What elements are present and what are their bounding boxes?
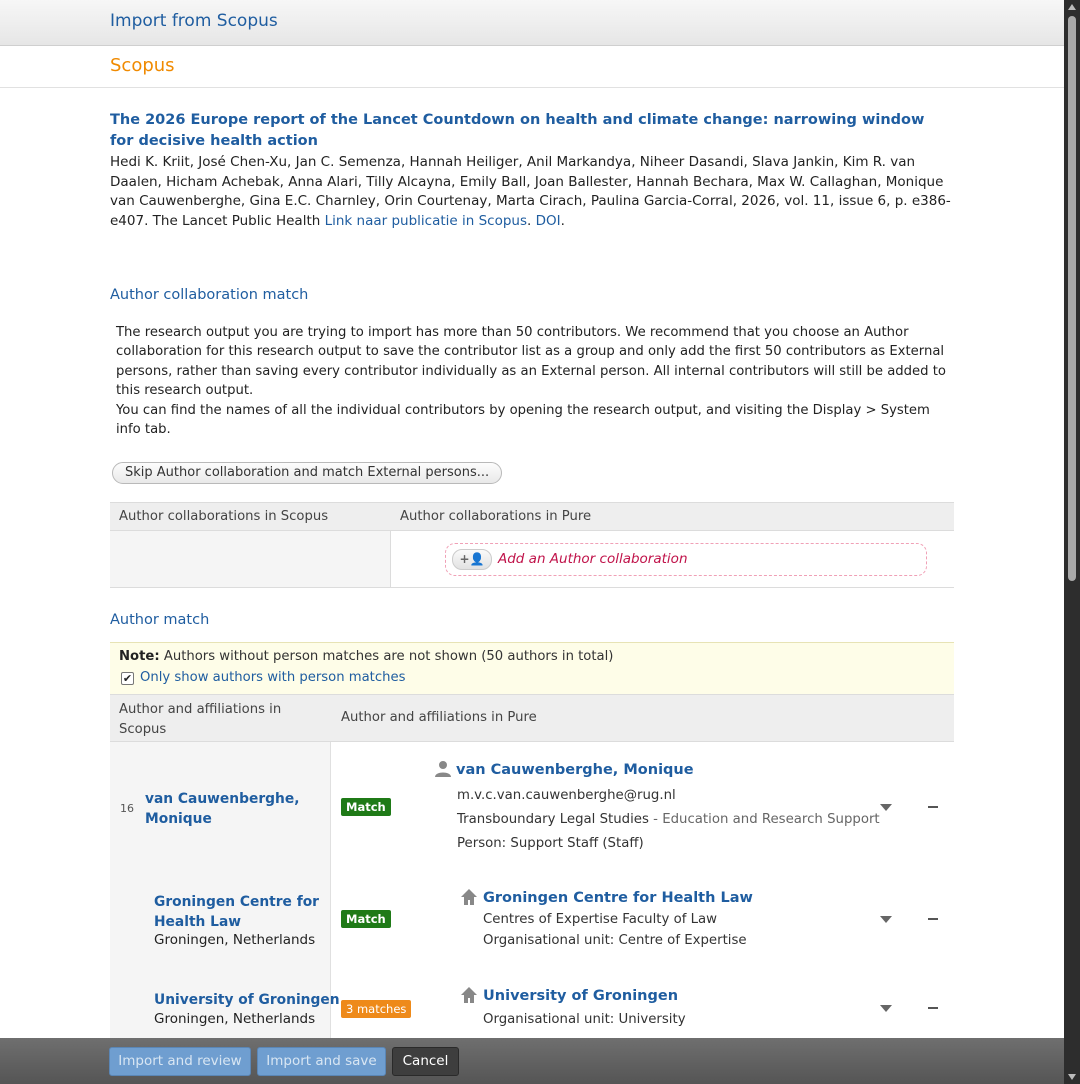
scopus-affiliation-name[interactable]: Groningen Centre for Health Law	[154, 892, 319, 932]
scroll-up-icon[interactable]	[1068, 4, 1076, 10]
expand-caret-icon[interactable]	[880, 804, 892, 811]
dept-name: Transboundary Legal Studies	[457, 812, 649, 827]
import-save-button[interactable]: Import and save	[257, 1047, 386, 1076]
citation-sep: .	[527, 212, 536, 229]
note-text: Note: Authors without person matches are…	[119, 649, 613, 664]
collab-notice-p2: You can find the names of all the indivi…	[116, 402, 930, 438]
dialog-footer: Import and review Import and save Cancel	[0, 1038, 1064, 1084]
scopus-affiliation-name[interactable]: University of Groningen	[154, 990, 340, 1010]
publication-citation: Hedi K. Kriit, José Chen-Xu, Jan C. Seme…	[110, 153, 952, 231]
doi-link[interactable]: DOI	[536, 213, 561, 229]
expand-caret-icon[interactable]	[880, 1005, 892, 1012]
note-body: Authors without person matches are not s…	[159, 649, 614, 664]
cancel-button[interactable]: Cancel	[392, 1047, 459, 1076]
skip-collab-button[interactable]: Skip Author collaboration and match Exte…	[112, 462, 503, 484]
scopus-author-name[interactable]: van Cauwenberghe, Monique	[145, 789, 299, 829]
scopus-link[interactable]: Link naar publicatie in Scopus	[325, 213, 527, 229]
only-matches-checkbox[interactable]: ✔	[121, 672, 134, 685]
pure-person-dept: Transboundary Legal Studies - Education …	[457, 812, 880, 827]
match-badge: Match	[341, 910, 391, 928]
collab-table: Author collaborations in Scopus Author c…	[110, 502, 954, 588]
home-icon	[461, 987, 477, 1003]
expand-caret-icon[interactable]	[880, 916, 892, 923]
pure-person-email: m.v.c.van.cauwenberghe@rug.nl	[457, 788, 676, 803]
scroll-down-icon[interactable]	[1068, 1074, 1076, 1080]
collab-notice: The research output you are trying to im…	[116, 323, 946, 439]
collab-table-row: +👤 Add an Author collaboration	[110, 531, 954, 588]
scopus-affiliation-place: Groningen, Netherlands	[154, 1011, 316, 1027]
pure-person-name[interactable]: van Cauwenberghe, Monique	[456, 762, 694, 778]
collab-section-title: Author collaboration match	[110, 287, 309, 303]
remove-minus-icon[interactable]	[928, 1007, 938, 1009]
dialog-content[interactable]: Scopus The 2026 Europe report of the Lan…	[0, 46, 1064, 1038]
dialog-titlebar: Import from Scopus	[0, 0, 1064, 46]
pure-org-name[interactable]: Groningen Centre for Health Law	[483, 890, 753, 906]
pure-person-type: Person: Support Staff (Staff)	[457, 836, 644, 851]
import-review-button[interactable]: Import and review	[109, 1047, 251, 1076]
collab-scopus-cell	[110, 531, 391, 587]
author-match-note: Note: Authors without person matches are…	[110, 642, 954, 694]
scrollbar-thumb[interactable]	[1068, 16, 1076, 581]
dialog-title: Import from Scopus	[110, 11, 278, 31]
col-author-scopus: Author and affiliations in Scopus	[119, 702, 282, 737]
source-header: Scopus	[0, 46, 1064, 88]
scopus-affiliation-line1: Groningen Centre for	[154, 894, 319, 910]
scopus-author-name-line1: van Cauwenberghe,	[145, 791, 300, 807]
collab-table-header: Author collaborations in Scopus Author c…	[110, 502, 954, 531]
col-author-pure: Author and affiliations in Pure	[341, 710, 537, 725]
add-person-icon: +👤	[452, 549, 492, 570]
scopus-affiliation-place: Groningen, Netherlands	[154, 932, 316, 948]
add-collab-label: Add an Author collaboration	[498, 551, 688, 567]
source-name: Scopus	[110, 55, 175, 76]
col-collab-pure: Author collaborations in Pure	[400, 509, 592, 524]
collab-notice-p1: The research output you are trying to im…	[116, 325, 946, 399]
pure-org-name[interactable]: University of Groningen	[483, 988, 678, 1004]
dept-parent: Education and Research Support	[662, 812, 880, 827]
col-collab-scopus: Author collaborations in Scopus	[119, 509, 329, 524]
scopus-affiliation-line2: Health Law	[154, 914, 242, 930]
pure-org-line1: Centres of Expertise Faculty of Law	[483, 912, 718, 927]
add-collab-button[interactable]: +👤 Add an Author collaboration	[445, 543, 927, 576]
multi-match-badge[interactable]: 3 matches	[341, 1000, 412, 1018]
remove-minus-icon[interactable]	[928, 918, 938, 920]
pure-org-line1: Organisational unit: University	[483, 1012, 686, 1027]
author-match-header: Author and affiliations in Scopus Author…	[110, 694, 954, 742]
author-index: 16	[120, 802, 134, 815]
vertical-scrollbar[interactable]	[1064, 0, 1080, 1084]
dept-sep: -	[648, 812, 663, 827]
pure-org-line2: Organisational unit: Centre of Expertise	[483, 933, 747, 948]
note-label: Note:	[119, 649, 160, 664]
remove-minus-icon[interactable]	[928, 806, 938, 808]
publication-title: The 2026 Europe report of the Lancet Cou…	[110, 112, 925, 149]
citation-end: .	[560, 212, 565, 229]
author-match-rows: 16 van Cauwenberghe, Monique Match van C…	[110, 742, 954, 1038]
scopus-author-name-line2: Monique	[145, 811, 212, 827]
author-match-title: Author match	[110, 612, 210, 628]
person-icon	[435, 761, 451, 777]
only-matches-label[interactable]: Only show authors with person matches	[140, 670, 405, 685]
match-badge: Match	[341, 798, 391, 816]
home-icon	[461, 889, 477, 905]
